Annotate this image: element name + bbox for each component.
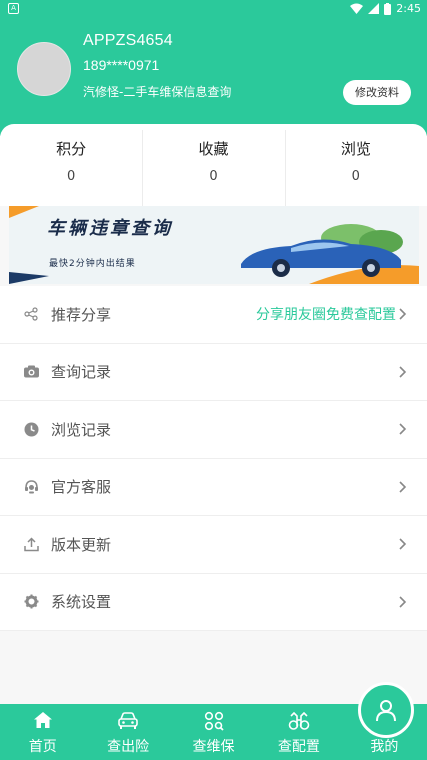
violation-query-banner[interactable]: 车辆违章查询 最快2分钟内出结果 bbox=[9, 206, 419, 284]
edit-profile-button[interactable]: 修改资料 bbox=[343, 80, 411, 105]
stat-label: 收藏 bbox=[198, 140, 229, 158]
stat-value: 0 bbox=[351, 169, 360, 184]
tab-maintenance-check[interactable]: 查维保 bbox=[171, 704, 256, 760]
gear-icon bbox=[23, 594, 39, 610]
tab-label: 我的 bbox=[370, 739, 399, 755]
tab-config-check[interactable]: 查配置 bbox=[256, 704, 341, 760]
tab-home[interactable]: 首页 bbox=[0, 704, 85, 760]
tab-label: 查配置 bbox=[277, 739, 320, 755]
menu-item-version-update[interactable]: 版本更新 bbox=[0, 516, 427, 574]
person-icon bbox=[376, 700, 396, 722]
banner-title: 车辆违章查询 bbox=[47, 218, 173, 239]
stat-favorites[interactable]: 收藏 0 bbox=[142, 124, 284, 206]
notification-icon: A bbox=[8, 3, 19, 14]
menu-item-share[interactable]: 推荐分享 分享朋友圈免费查配置 bbox=[0, 286, 427, 344]
profile-header: APPZS4654 189****0971 汽修怪-二手车维保信息查询 修改资料 bbox=[0, 18, 427, 136]
phone-number: 189****0971 bbox=[83, 57, 160, 73]
status-bar: A 2:45 bbox=[0, 0, 427, 18]
tab-accident-check[interactable]: 查出险 bbox=[85, 704, 170, 760]
grid-search-icon bbox=[204, 711, 224, 731]
menu-label: 系统设置 bbox=[51, 593, 112, 612]
car-icon bbox=[118, 712, 138, 729]
clock-icon bbox=[23, 421, 39, 437]
menu-item-browse-history[interactable]: 浏览记录 bbox=[0, 401, 427, 459]
stat-value: 0 bbox=[67, 169, 76, 184]
battery-icon bbox=[384, 2, 392, 15]
menu-list: 推荐分享 分享朋友圈免费查配置 查询记录 浏览记录 官方客服 版本更新 系统设置 bbox=[0, 286, 427, 631]
status-right: 2:45 bbox=[350, 2, 421, 15]
upload-icon bbox=[23, 536, 39, 552]
stat-value: 0 bbox=[209, 169, 218, 184]
app-subtitle: 汽修怪-二手车维保信息查询 bbox=[83, 85, 232, 99]
share-icon bbox=[23, 306, 39, 322]
tab-label: 首页 bbox=[28, 739, 57, 755]
menu-item-customer-service[interactable]: 官方客服 bbox=[0, 459, 427, 516]
menu-label: 推荐分享 bbox=[51, 305, 112, 324]
binoculars-icon bbox=[288, 711, 310, 730]
home-icon bbox=[33, 712, 52, 728]
stats-panel: 积分 0 收藏 0 浏览 0 bbox=[0, 124, 427, 206]
avatar[interactable] bbox=[17, 42, 71, 96]
camera-icon bbox=[23, 364, 39, 380]
chevron-right-icon bbox=[399, 538, 407, 550]
menu-item-settings[interactable]: 系统设置 bbox=[0, 574, 427, 631]
chevron-right-icon bbox=[399, 481, 407, 493]
chevron-right-icon bbox=[399, 366, 407, 378]
menu-item-query-history[interactable]: 查询记录 bbox=[0, 344, 427, 401]
menu-label: 版本更新 bbox=[51, 535, 112, 554]
signal-icon bbox=[368, 3, 380, 14]
stat-points[interactable]: 积分 0 bbox=[0, 124, 142, 206]
tab-label: 查出险 bbox=[107, 739, 150, 755]
car-illustration-icon bbox=[241, 224, 403, 277]
stat-browsed[interactable]: 浏览 0 bbox=[284, 124, 427, 206]
headset-icon bbox=[23, 479, 39, 495]
mine-tab-bubble[interactable] bbox=[358, 682, 414, 738]
wifi-icon bbox=[350, 3, 364, 14]
menu-label: 官方客服 bbox=[51, 478, 112, 497]
username: APPZS4654 bbox=[83, 32, 173, 49]
chevron-right-icon bbox=[399, 596, 407, 608]
banner-subtitle: 最快2分钟内出结果 bbox=[49, 259, 136, 269]
menu-label: 查询记录 bbox=[51, 363, 112, 382]
stat-label: 浏览 bbox=[340, 140, 371, 158]
chevron-right-icon bbox=[399, 308, 407, 320]
tab-label: 查维保 bbox=[192, 739, 235, 755]
menu-label: 浏览记录 bbox=[51, 420, 112, 439]
share-promo-text[interactable]: 分享朋友圈免费查配置 bbox=[256, 304, 396, 324]
clock: 2:45 bbox=[396, 2, 421, 15]
stat-label: 积分 bbox=[56, 140, 87, 158]
chevron-right-icon bbox=[399, 423, 407, 435]
